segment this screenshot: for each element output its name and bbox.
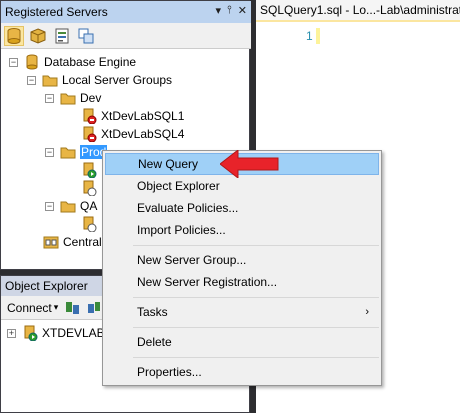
disconnect-icon[interactable] — [86, 300, 102, 316]
tree-node-qa[interactable]: − QA — [45, 197, 97, 215]
server-running-icon — [24, 325, 38, 341]
object-explorer-title: Object Explorer — [5, 279, 88, 293]
menu-separator — [133, 327, 379, 328]
analysis-services-button[interactable] — [28, 26, 48, 46]
menu-separator — [133, 297, 379, 298]
menu-item-evaluate-policies[interactable]: Evaluate Policies... — [105, 197, 379, 219]
menu-item-object-explorer[interactable]: Object Explorer — [105, 175, 379, 197]
tree-node-label: Local Server Groups — [62, 73, 173, 87]
menu-separator — [133, 357, 379, 358]
collapse-icon[interactable]: − — [27, 75, 36, 85]
database-icon — [7, 27, 21, 44]
collapse-icon[interactable]: − — [45, 93, 54, 103]
tree-node-database-engine[interactable]: − Database Engine — [9, 53, 136, 71]
tree-node-qa-server[interactable] — [81, 215, 101, 233]
tree-node-dev[interactable]: − Dev — [45, 89, 101, 107]
pin-icon[interactable]: ⫯ — [227, 4, 232, 17]
editor-tab-title: SQLQuery1.sql - Lo...-Lab\administrat — [260, 3, 460, 17]
tree-node-central[interactable]: Central — [43, 233, 102, 251]
tree-node-prod-server-2[interactable] — [81, 179, 101, 197]
folder-icon — [60, 147, 76, 159]
report-icon — [55, 28, 69, 43]
menu-item-label: Properties... — [137, 365, 202, 379]
object-explorer-server-node[interactable]: + XTDEVLAB — [7, 324, 105, 342]
tree-node-server-4[interactable]: XtDevLabSQL4 — [81, 125, 184, 143]
menu-item-label: New Server Registration... — [137, 275, 278, 289]
folder-icon — [60, 93, 76, 105]
menu-item-new-server-registration[interactable]: New Server Registration... — [105, 271, 379, 293]
line-number: 1 — [306, 29, 313, 43]
cube-icon — [30, 27, 46, 44]
tree-node-label: Dev — [80, 91, 102, 105]
chevron-down-icon: ▾ — [53, 302, 59, 312]
tree-node-label: QA — [80, 199, 98, 213]
context-menu: New Query Object Explorer Evaluate Polic… — [102, 150, 382, 386]
menu-item-label: Object Explorer — [137, 179, 220, 193]
collapse-icon[interactable]: − — [45, 147, 54, 157]
collapse-icon[interactable]: − — [9, 57, 18, 67]
collapse-icon[interactable]: − — [45, 201, 54, 211]
window-position-icon[interactable]: ▾ — [215, 4, 221, 17]
expand-icon[interactable]: + — [7, 328, 16, 338]
database-engine-button[interactable] — [4, 25, 24, 46]
integration-icon — [78, 28, 94, 43]
menu-item-label: Import Policies... — [137, 223, 226, 237]
menu-item-delete[interactable]: Delete — [105, 331, 379, 353]
server-stopped-icon — [83, 108, 97, 124]
server-label: XTDEVLAB — [42, 326, 105, 340]
menu-separator — [133, 245, 379, 246]
tree-node-label: XtDevLabSQL4 — [101, 127, 185, 141]
tree-node-local-server-groups[interactable]: − Local Server Groups — [27, 71, 172, 89]
reporting-services-button[interactable] — [52, 26, 72, 46]
folder-icon — [42, 75, 58, 87]
menu-item-import-policies[interactable]: Import Policies... — [105, 219, 379, 241]
menu-item-tasks[interactable]: Tasks › — [105, 301, 379, 323]
registered-servers-title: Registered Servers — [5, 5, 108, 19]
connect-server-icon[interactable] — [64, 300, 80, 316]
connect-button[interactable]: Connect ▾ — [7, 301, 58, 315]
tree-node-label: XtDevLabSQL1 — [101, 109, 185, 123]
tree-node-prod[interactable]: − Prod — [45, 143, 108, 161]
menu-item-label: Tasks — [137, 305, 168, 319]
tree-node-label: Central — [63, 235, 102, 249]
menu-item-label: Evaluate Policies... — [137, 201, 239, 215]
server-stopped-icon — [83, 126, 97, 142]
registered-servers-title-bar: Registered Servers ▾ ⫯ ✕ — [1, 1, 251, 23]
menu-item-properties[interactable]: Properties... — [105, 361, 379, 383]
close-icon[interactable]: ✕ — [238, 4, 247, 17]
registered-servers-toolbar — [1, 23, 251, 49]
tree-node-server-1[interactable]: XtDevLabSQL1 — [81, 107, 184, 125]
tree-node-label: Database Engine — [44, 55, 137, 69]
menu-item-new-server-group[interactable]: New Server Group... — [105, 249, 379, 271]
central-server-icon — [43, 236, 59, 249]
submenu-arrow-icon: › — [365, 306, 369, 318]
server-icon — [83, 180, 97, 196]
server-icon — [83, 216, 97, 232]
server-running-icon — [83, 162, 97, 178]
connect-label: Connect — [7, 300, 52, 315]
menu-item-label: New Query — [138, 157, 199, 171]
database-icon — [26, 54, 38, 70]
menu-item-label: Delete — [137, 335, 172, 349]
line-change-marker — [316, 28, 320, 44]
annotation-arrow-icon — [220, 150, 279, 178]
folder-icon — [60, 201, 76, 213]
tree-node-prod-server-1[interactable] — [81, 161, 101, 179]
integration-services-button[interactable] — [76, 26, 96, 46]
menu-item-label: New Server Group... — [137, 253, 247, 267]
editor-tab[interactable]: SQLQuery1.sql - Lo...-Lab\administrat — [256, 0, 460, 22]
